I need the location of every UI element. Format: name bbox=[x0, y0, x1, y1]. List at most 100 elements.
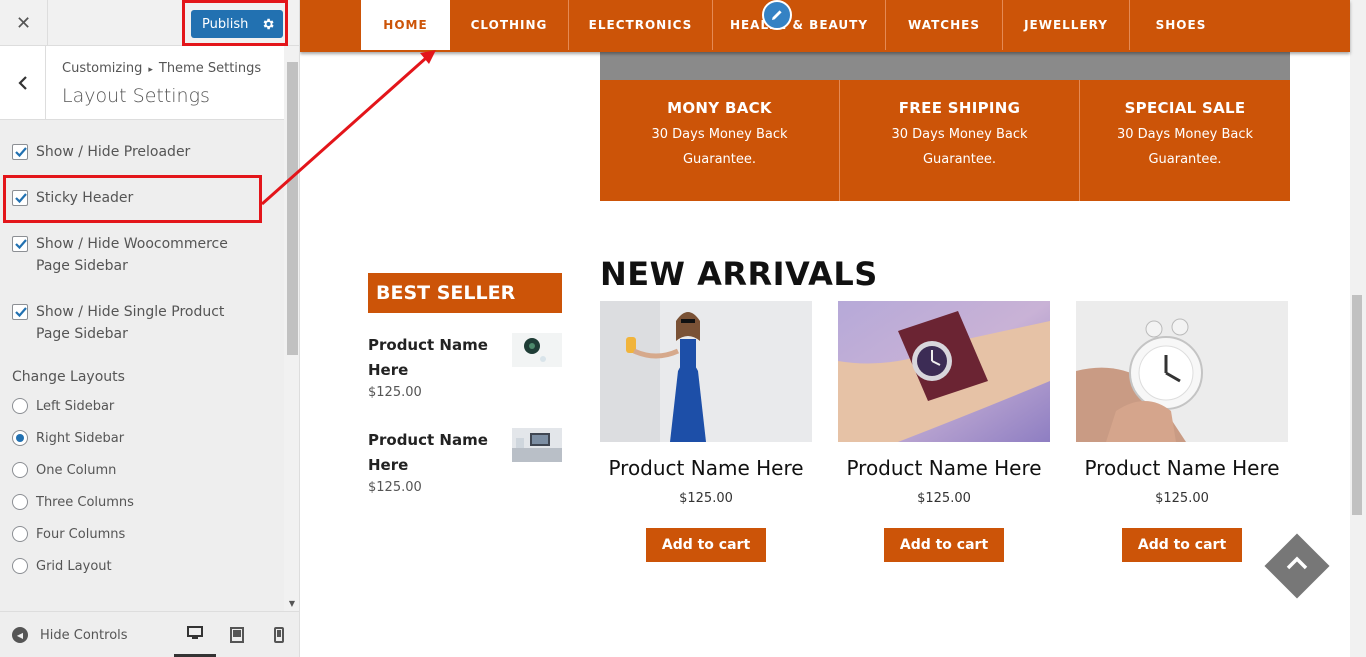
checkmark-icon bbox=[15, 193, 27, 204]
product-price: $125.00 bbox=[368, 480, 422, 495]
product-name[interactable]: Product Name Here bbox=[368, 428, 498, 478]
hide-controls-button[interactable]: ◀ Hide Controls bbox=[12, 612, 128, 657]
radio-input[interactable] bbox=[12, 494, 28, 510]
section-title: Layout Settings bbox=[62, 85, 210, 107]
radio-left-sidebar[interactable]: Left Sidebar bbox=[12, 398, 114, 414]
change-layouts-heading: Change Layouts bbox=[12, 369, 125, 385]
customizer-footer: ◀ Hide Controls bbox=[0, 611, 299, 657]
product-price: $125.00 bbox=[1155, 491, 1209, 506]
best-seller-heading: BEST SELLER bbox=[368, 273, 562, 313]
customizer-sidebar: ✕ Publish Customizing ▸ Theme Settings Lay… bbox=[0, 0, 300, 657]
gear-icon[interactable] bbox=[257, 17, 279, 31]
scroll-down-arrow-icon[interactable]: ▼ bbox=[287, 599, 297, 609]
checkbox-woocommerce-sidebar[interactable]: Show / Hide Woocommerce Page Sidebar bbox=[12, 233, 262, 277]
feature-description: 30 Days Money Back Guarantee. bbox=[1116, 127, 1254, 167]
radio-four-columns[interactable]: Four Columns bbox=[12, 526, 125, 542]
checkbox-label: Sticky Header bbox=[36, 190, 134, 206]
back-button[interactable] bbox=[0, 46, 46, 120]
checkbox-input[interactable] bbox=[12, 236, 28, 252]
checkbox-input[interactable] bbox=[12, 144, 28, 160]
publish-label: Publish bbox=[202, 16, 249, 32]
feature-box-special-sale: SPECIAL SALE 30 Days Money Back Guarante… bbox=[1080, 80, 1290, 201]
radio-input[interactable] bbox=[12, 398, 28, 414]
feature-title: FREE SHIPING bbox=[898, 99, 1021, 117]
product-thumbnail[interactable] bbox=[512, 333, 562, 367]
radio-input[interactable] bbox=[12, 526, 28, 542]
nav-health-beauty[interactable]: HEALTH & BEAUTY bbox=[713, 0, 886, 50]
tablet-icon bbox=[230, 627, 244, 643]
nav-home[interactable]: HOME bbox=[361, 0, 450, 50]
nav-clothing[interactable]: CLOTHING bbox=[450, 0, 569, 50]
radio-input[interactable] bbox=[12, 558, 28, 574]
desktop-icon bbox=[187, 626, 203, 639]
site-preview: HOME CLOTHING ELECTRONICS HEALTH & BEAUT… bbox=[300, 0, 1366, 657]
best-seller-item[interactable]: Product Name Here $125.00 bbox=[368, 333, 562, 400]
radio-three-columns[interactable]: Three Columns bbox=[12, 494, 134, 510]
publish-button[interactable]: Publish bbox=[191, 10, 283, 38]
radio-grid-layout[interactable]: Grid Layout bbox=[12, 558, 112, 574]
checkbox-input[interactable] bbox=[12, 304, 28, 320]
preview-scroll-thumb[interactable] bbox=[1352, 295, 1362, 515]
close-customizer-button[interactable]: ✕ bbox=[0, 0, 48, 46]
product-image[interactable] bbox=[1076, 301, 1288, 442]
tablet-preview-button[interactable] bbox=[216, 612, 258, 657]
add-to-cart-button[interactable]: Add to cart bbox=[883, 528, 1005, 562]
checkbox-label: Show / Hide Preloader bbox=[36, 144, 191, 160]
nav-watches[interactable]: WATCHES bbox=[886, 0, 1003, 50]
feature-title: MONY BACK bbox=[667, 99, 772, 117]
product-card: Product Name Here $125.00 Add to cart bbox=[838, 301, 1050, 562]
feature-box-money-back: MONY BACK 30 Days Money Back Guarantee. bbox=[600, 80, 840, 201]
radio-one-column[interactable]: One Column bbox=[12, 462, 116, 478]
feature-title: SPECIAL SALE bbox=[1124, 99, 1246, 117]
product-name[interactable]: Product Name Here bbox=[368, 333, 498, 383]
nav-electronics[interactable]: ELECTRONICS bbox=[569, 0, 713, 50]
checkbox-preloader[interactable]: Show / Hide Preloader bbox=[12, 141, 190, 163]
radio-label: One Column bbox=[36, 462, 117, 478]
customizer-header-bar: ✕ Publish bbox=[0, 0, 299, 46]
product-card: Product Name Here $125.00 Add to cart bbox=[600, 301, 812, 562]
sidebar-scroll-thumb[interactable] bbox=[287, 62, 298, 355]
product-name[interactable]: Product Name Here bbox=[600, 456, 812, 480]
sidebar-scrollbar[interactable]: ▼ bbox=[284, 46, 299, 611]
radio-input[interactable] bbox=[12, 462, 28, 478]
feature-description: 30 Days Money Back Guarantee. bbox=[891, 127, 1028, 167]
edit-shortcut-button[interactable] bbox=[762, 0, 792, 30]
checkbox-single-product-sidebar[interactable]: Show / Hide Single Product Page Sidebar bbox=[12, 301, 262, 345]
checkbox-label: Show / Hide Woocommerce Page Sidebar bbox=[36, 236, 228, 274]
product-image[interactable] bbox=[600, 301, 812, 442]
add-to-cart-button[interactable]: Add to cart bbox=[645, 528, 767, 562]
radio-label: Three Columns bbox=[36, 494, 134, 510]
radio-input[interactable] bbox=[12, 430, 28, 446]
feature-box-free-shipping: FREE SHIPING 30 Days Money Back Guarante… bbox=[840, 80, 1080, 201]
radio-label: Grid Layout bbox=[36, 558, 112, 574]
product-thumbnail[interactable] bbox=[512, 428, 562, 462]
collapse-icon: ◀ bbox=[12, 627, 28, 643]
preview-scrollbar[interactable] bbox=[1350, 0, 1366, 657]
product-name[interactable]: Product Name Here bbox=[1076, 456, 1288, 480]
breadcrumb-parent: Theme Settings bbox=[158, 61, 262, 76]
desktop-preview-button[interactable] bbox=[174, 612, 216, 657]
checkbox-input[interactable] bbox=[12, 190, 28, 206]
radio-label: Right Sidebar bbox=[36, 430, 125, 446]
section-header: Customizing ▸ Theme Settings Layout Settin… bbox=[0, 46, 284, 120]
close-icon: ✕ bbox=[15, 12, 32, 34]
product-card: Product Name Here $125.00 Add to cart bbox=[1076, 301, 1288, 562]
nav-jewellery[interactable]: JEWELLERY bbox=[1003, 0, 1130, 50]
checkmark-icon bbox=[15, 147, 27, 158]
checkbox-sticky-header[interactable]: Sticky Header bbox=[12, 187, 133, 209]
new-arrivals-heading: NEW ARRIVALS bbox=[600, 255, 878, 293]
chevron-left-icon bbox=[17, 76, 27, 90]
add-to-cart-button[interactable]: Add to cart bbox=[1121, 528, 1243, 562]
best-seller-item[interactable]: Product Name Here $125.00 bbox=[368, 428, 562, 495]
nav-shoes[interactable]: SHOES bbox=[1130, 0, 1232, 50]
feature-description: 30 Days Money Back Guarantee. bbox=[651, 127, 788, 167]
mobile-preview-button[interactable] bbox=[258, 612, 299, 657]
radio-label: Left Sidebar bbox=[36, 398, 115, 414]
publish-highlight-box: Publish bbox=[182, 0, 288, 46]
product-name[interactable]: Product Name Here bbox=[838, 456, 1050, 480]
radio-right-sidebar[interactable]: Right Sidebar bbox=[12, 430, 124, 446]
product-image[interactable] bbox=[838, 301, 1050, 442]
product-price: $125.00 bbox=[917, 491, 971, 506]
breadcrumb-root: Customizing bbox=[62, 61, 143, 76]
hide-controls-label: Hide Controls bbox=[40, 627, 128, 643]
